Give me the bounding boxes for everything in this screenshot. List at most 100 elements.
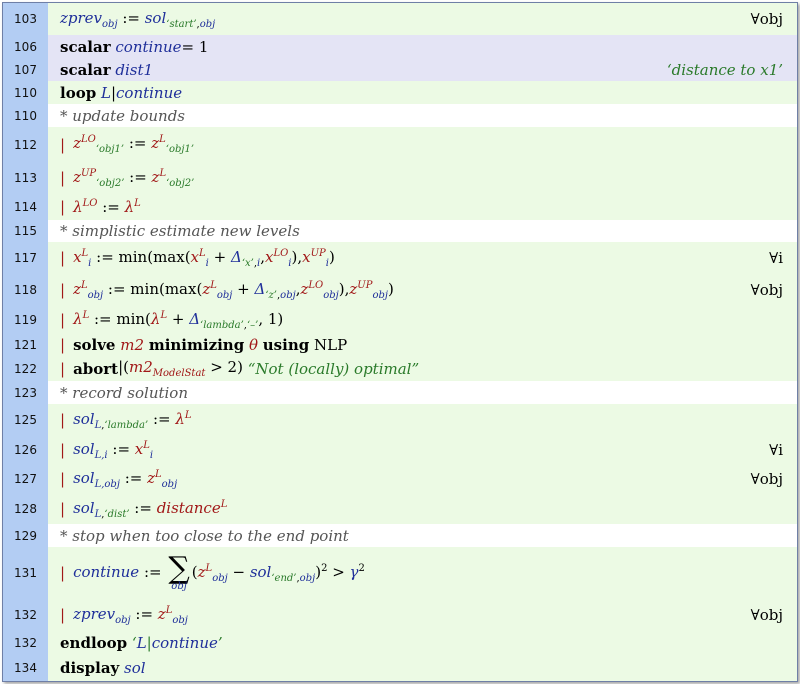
code-line: 127 | solL,obj := zLobj ∀obj [3, 464, 797, 494]
code-line: 123 * record solution [3, 381, 797, 404]
line-content: * simplistic estimate new levels [48, 220, 797, 242]
line-content: scalar continue = 1 [48, 35, 797, 59]
assignment-sol-lambda: solL,‘lambda’ := λL [73, 409, 192, 431]
code-line: 122 | abort |(m2ModelStat > 2) “Not (loca… [3, 356, 797, 381]
code-line: 119 | λL := min(λL + Δ‘lambda’,‘–’, 1) [3, 306, 797, 334]
line-number: 122 [14, 361, 37, 376]
code-line: 114 | λLO := λL [3, 194, 797, 220]
line-number: 107 [14, 63, 37, 77]
line-content: | solL,‘dist’ := distanceL [48, 494, 797, 524]
indent-bar: | [60, 359, 66, 378]
assignment-sol-dist: solL,‘dist’ := distanceL [73, 498, 228, 520]
line-content: | zLO‘obj1’ := zL‘obj1’ [48, 127, 797, 162]
line-number: 126 [14, 443, 37, 457]
assignment-zprev-start: zprevobj := sol‘start’,obj [60, 8, 216, 30]
code-line: 110 loop L|continue [3, 81, 797, 104]
code-line: 132 endloop ‘L|continue’ [3, 631, 797, 655]
code-line: 110 * update bounds [3, 104, 797, 127]
line-content: | zLobj := min(max(zLobj + Δ‘z’,obj,zLOo… [48, 274, 797, 306]
line-number: 127 [14, 472, 37, 486]
line-content: | abort |(m2ModelStat > 2) “Not (locally)… [48, 356, 797, 381]
forall-obj: ∀obj [750, 606, 783, 624]
line-content: * stop when too close to the end point [48, 524, 797, 547]
code-line: 131 | continue := ∑ obj (zLobj − sol‘end’,… [3, 547, 797, 599]
line-content: * update bounds [48, 104, 797, 127]
line-number: 106 [14, 40, 37, 54]
comment: * stop when too close to the end point [60, 526, 349, 545]
keyword-minimizing: minimizing [148, 336, 245, 354]
line-number: 103 [14, 12, 37, 26]
indent-bar: | [60, 606, 66, 624]
variable-dist1: dist1 [115, 61, 154, 79]
assignment-x-level: xLi := min(max(xLi + Δ‘x’,i,xLOi),xUPi) [73, 247, 335, 269]
indent-bar: | [60, 470, 66, 488]
indent-bar: | [60, 311, 66, 329]
assignment-z-lo: zLO‘obj1’ := zL‘obj1’ [73, 134, 195, 155]
line-content: display sol [48, 655, 797, 681]
line-content: endloop ‘L|continue’ [48, 631, 797, 655]
keyword-loop: loop [60, 83, 97, 102]
loop-condition: L|continue [100, 83, 183, 102]
line-number: 131 [14, 566, 37, 580]
keyword-using: using [262, 336, 310, 354]
keyword-abort: abort [73, 359, 119, 378]
line-number: 132 [14, 608, 37, 622]
line-number: 113 [14, 171, 37, 185]
keyword-display: display [60, 659, 120, 677]
code-listing-window: 103 zprevobj := sol‘start’,obj ∀obj 106 … [2, 2, 798, 682]
line-content: | solL,obj := zLobj ∀obj [48, 464, 797, 494]
variable-sol: sol [124, 659, 146, 677]
code-line: 118 | zLobj := min(max(zLobj + Δ‘z’,obj,… [3, 274, 797, 306]
line-content: | zUP‘obj2’ := zL‘obj2’ [48, 162, 797, 194]
assignment-value: = 1 [181, 38, 209, 56]
assignment-sol-x: solL,i := xLi [73, 439, 154, 461]
line-content: scalar dist1 ‘distance to x1’ [48, 59, 797, 81]
code-line: 121 | solve m2 minimizing θ using NLP [3, 334, 797, 356]
comment: * simplistic estimate new levels [60, 222, 300, 240]
line-content: loop L|continue [48, 81, 797, 104]
indent-bar: | [60, 411, 66, 429]
forall-obj: ∀obj [750, 10, 783, 28]
code-line: 134 display sol [3, 655, 797, 681]
indent-bar: | [60, 441, 66, 459]
code-line: 103 zprevobj := sol‘start’,obj ∀obj [3, 3, 797, 35]
sum-operator: ∑ obj [168, 551, 190, 592]
keyword-endloop: endloop [60, 634, 128, 652]
code-line: 132 | zprevobj := zLobj ∀obj [3, 599, 797, 631]
line-content: | solL,‘lambda’ := λL [48, 404, 797, 436]
line-content: * record solution [48, 381, 797, 404]
code-line: 112 | zLO‘obj1’ := zL‘obj1’ [3, 127, 797, 162]
line-number: 115 [14, 224, 37, 238]
line-content: | solve m2 minimizing θ using NLP [48, 334, 797, 356]
indent-bar: | [60, 336, 66, 354]
line-number: 128 [14, 502, 37, 516]
line-content: | zprevobj := zLobj ∀obj [48, 599, 797, 631]
line-number: 121 [14, 338, 37, 352]
indent-bar: | [60, 198, 66, 216]
objective-theta: θ [248, 336, 258, 354]
model-m2: m2 [120, 336, 145, 354]
code-line: 106 scalar continue = 1 [3, 35, 797, 59]
code-line: 128 | solL,‘dist’ := distanceL [3, 494, 797, 524]
forall-i: ∀i [769, 249, 783, 267]
forall-obj: ∀obj [750, 281, 783, 299]
endloop-label: ‘L|continue’ [131, 634, 223, 652]
line-number: 118 [14, 283, 37, 297]
line-content: | continue := ∑ obj (zLobj − sol‘end’,obj)… [48, 547, 797, 599]
indent-bar: | [60, 249, 66, 267]
solver-type: NLP [314, 336, 348, 354]
line-content: | solL,i := xLi ∀i [48, 436, 797, 464]
line-number: 110 [14, 85, 37, 100]
assignment-lambda-level: λL := min(λL + Δ‘lambda’,‘–’, 1) [73, 309, 284, 331]
line-number: 119 [14, 313, 37, 327]
keyword-solve: solve [73, 336, 116, 354]
line-number: 112 [14, 137, 37, 152]
forall-obj: ∀obj [750, 470, 783, 488]
line-number: 129 [14, 528, 37, 543]
line-number: 125 [14, 413, 37, 427]
line-content: zprevobj := sol‘start’,obj ∀obj [48, 3, 797, 35]
assignment-continue-sum: continue := ∑ obj (zLobj − sol‘end’,obj)2 … [73, 551, 365, 592]
variable-continue: continue [115, 38, 182, 56]
abort-condition: |(m2ModelStat > 2) [118, 358, 243, 379]
line-number: 123 [14, 385, 37, 400]
